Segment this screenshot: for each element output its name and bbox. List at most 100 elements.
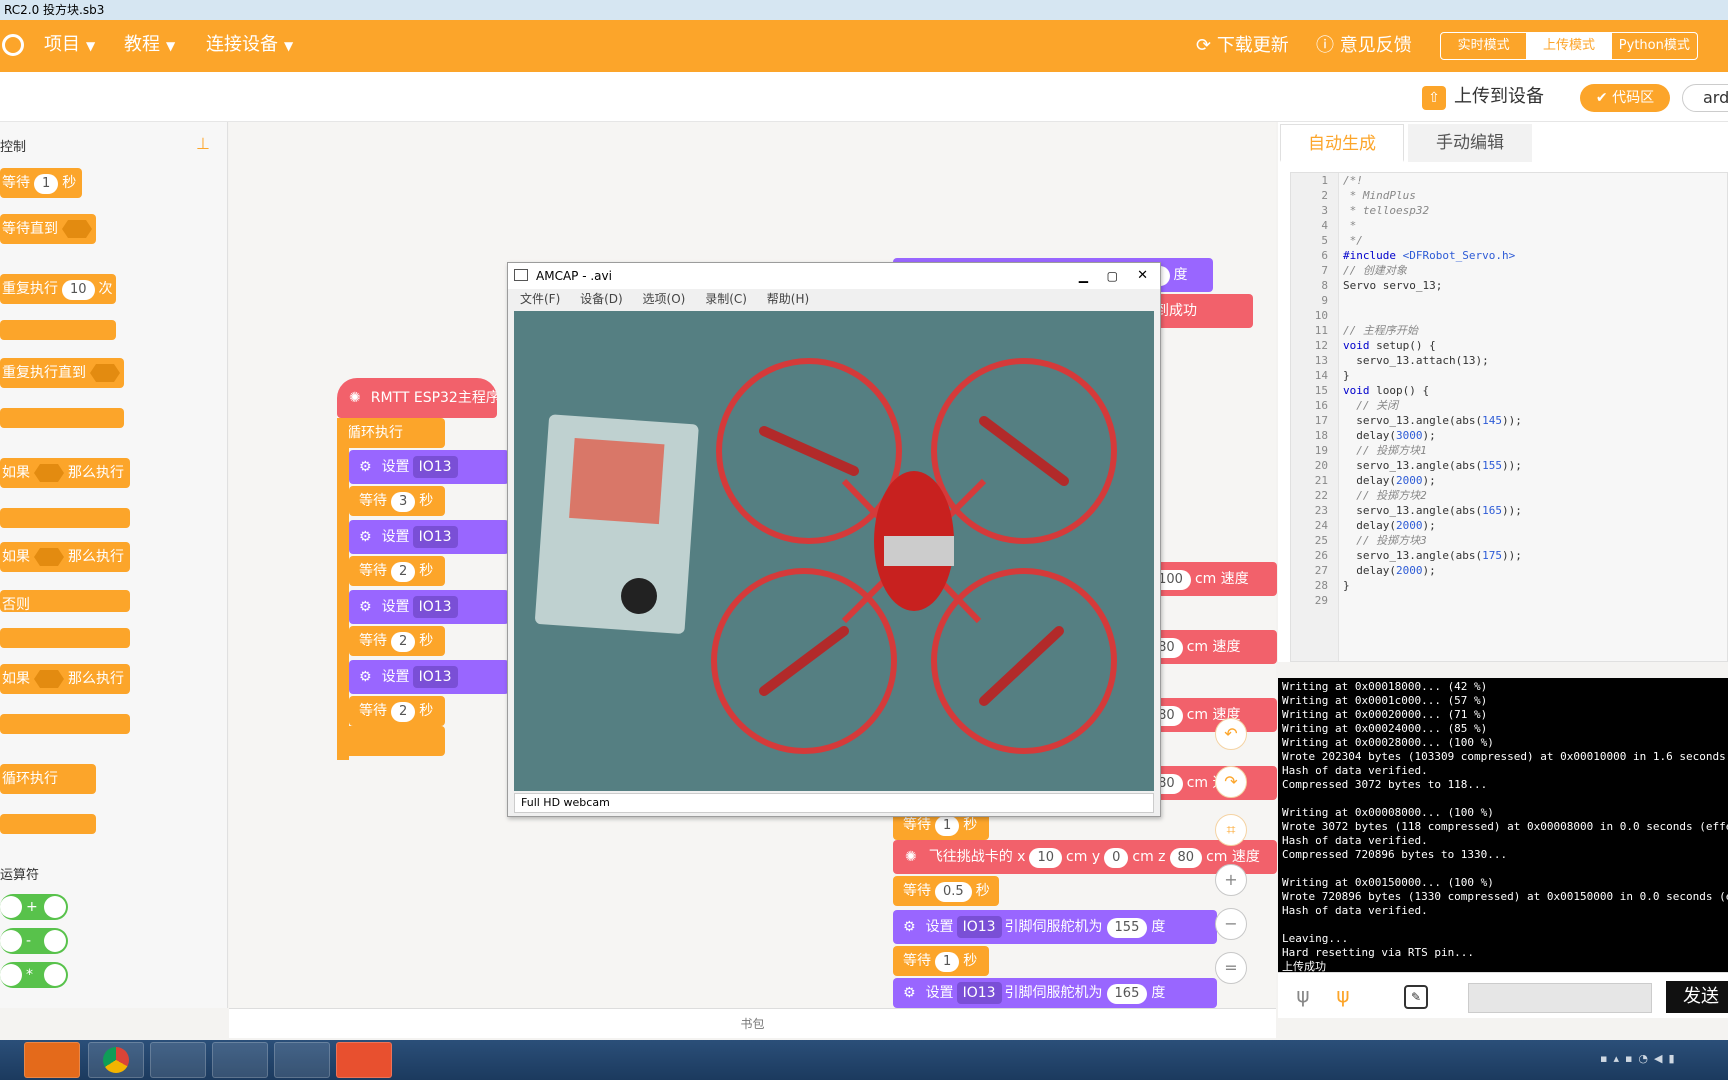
if-block-2[interactable]: 如果 那么执行 [0, 664, 130, 694]
wait-value[interactable]: 1 [935, 816, 960, 836]
wait-block[interactable]: 等待 0.5 秒 [893, 876, 999, 906]
amcap-title: AMCAP - .avi [536, 269, 612, 283]
wait-block[interactable]: 等待 2 秒 [349, 556, 445, 586]
code-editor[interactable]: 1 2 3 4 5 6 7 8 9 10 11 12 13 14 15 16 1… [1290, 172, 1728, 662]
eraser-icon[interactable]: ✎ [1404, 985, 1428, 1009]
operand-slot[interactable] [44, 964, 66, 986]
servo-set-block[interactable]: ⚙ 设置 IO13 [349, 450, 509, 484]
zoom-in-icon[interactable]: + [1215, 864, 1247, 896]
forever-loop-block[interactable]: 循环执行 [337, 418, 445, 448]
servo-set-block[interactable]: ⚙ 设置 IO13 [349, 660, 509, 694]
zoom-out-icon[interactable]: − [1215, 908, 1247, 940]
servo-set-block[interactable]: ⚙ 设置 IO13 引脚伺服舵机为 155 度 [893, 910, 1217, 944]
pin-dropdown[interactable]: IO13 [412, 666, 458, 688]
wait-block[interactable]: 等待 3 秒 [349, 486, 445, 516]
menu-connect[interactable]: 连接设备 ▼ [206, 32, 293, 59]
undo-icon[interactable]: ↶ [1215, 718, 1247, 750]
op-sub-block[interactable]: - [0, 928, 68, 954]
serial-console[interactable]: Writing at 0x00018000... (42 %) Writing … [1278, 678, 1728, 972]
pin-dropdown[interactable]: IO13 [412, 596, 458, 618]
upload-label: 上传到设备 [1454, 86, 1544, 107]
op-mul-block[interactable]: * [0, 962, 68, 988]
system-tray[interactable]: ▪▴▪◔◀▮ [1600, 1052, 1720, 1068]
mode-realtime[interactable]: 实时模式 [1441, 33, 1526, 59]
op-add-block[interactable]: + [0, 894, 68, 920]
wait-value[interactable]: 1 [935, 952, 960, 972]
operand-slot[interactable] [0, 930, 22, 952]
if-else-block[interactable]: 如果 那么执行 [0, 542, 130, 572]
board-select[interactable]: ard [1682, 84, 1728, 112]
servo-angle-value[interactable]: 155 [1106, 918, 1148, 938]
pin-dropdown[interactable]: IO13 [412, 526, 458, 548]
operand-slot[interactable] [44, 930, 66, 952]
wait-block[interactable]: 等待 2 秒 [349, 696, 445, 726]
servo-angle-value[interactable]: 165 [1106, 984, 1148, 1004]
amcap-menu-file[interactable]: 文件(F) [520, 292, 560, 306]
pin-dropdown[interactable]: IO13 [956, 982, 1002, 1004]
wait-value[interactable]: 2 [391, 632, 416, 652]
mode-python[interactable]: Python模式 [1612, 33, 1697, 59]
repeat-until-block[interactable]: 重复执行直到 [0, 358, 124, 388]
if-block[interactable]: 如果 那么执行 [0, 458, 130, 488]
upload-to-device-button[interactable]: ⇧ 上传到设备 [1422, 82, 1544, 112]
y-value[interactable]: 0 [1104, 848, 1129, 868]
servo-set-block[interactable]: ⚙ 设置 IO13 [349, 590, 509, 624]
wait-block[interactable]: 等待 1 秒 [0, 168, 82, 198]
serial-input[interactable] [1468, 983, 1652, 1013]
wait-value[interactable]: 2 [391, 562, 416, 582]
tab-auto-generate[interactable]: 自动生成 [1280, 124, 1404, 162]
crop-icon[interactable]: ⌗ [1215, 814, 1247, 846]
amcap-menu-options[interactable]: 选项(O) [643, 292, 686, 306]
wait-value[interactable]: 0.5 [935, 882, 972, 902]
taskbar-app-icon[interactable] [336, 1042, 392, 1078]
x-value[interactable]: 10 [1029, 848, 1063, 868]
main-hat-block[interactable]: ✺ RMTT ESP32主程序 [337, 378, 497, 418]
wait-value[interactable]: 2 [391, 702, 416, 722]
amcap-menu-device[interactable]: 设备(D) [580, 292, 623, 306]
wait-label: 等待 [903, 953, 931, 969]
taskbar-firefox-icon[interactable] [24, 1042, 80, 1078]
download-update-button[interactable]: ⟳ 下载更新 [1196, 34, 1289, 58]
close-icon[interactable]: ✕ [1137, 263, 1148, 289]
send-button[interactable]: 发送 [1666, 981, 1728, 1013]
backpack-bar[interactable]: 书包 [229, 1008, 1276, 1038]
wait-block[interactable]: 等待 1 秒 [893, 946, 989, 976]
wait-until-block[interactable]: 等待直到 [0, 214, 96, 244]
operand-slot[interactable] [0, 896, 22, 918]
pin-icon[interactable]: ⊥ [196, 134, 210, 153]
minimize-icon[interactable]: ▁ [1079, 263, 1088, 289]
repeat-block[interactable]: 重复执行 10 次 [0, 274, 116, 304]
amcap-menu-help[interactable]: 帮助(H) [767, 292, 809, 306]
code-area-toggle[interactable]: ✔ 代码区 [1580, 84, 1670, 112]
pin-dropdown[interactable]: IO13 [412, 456, 458, 478]
wait-block[interactable]: 等待 2 秒 [349, 626, 445, 656]
feedback-button[interactable]: ⓘ 意见反馈 [1316, 34, 1412, 58]
taskbar-player-icon[interactable] [274, 1042, 330, 1078]
zoom-reset-icon[interactable]: = [1215, 952, 1247, 984]
usb-icon[interactable]: ψ [1290, 983, 1316, 1009]
amcap-title-bar[interactable]: AMCAP - .avi ▁ ▢ ✕ [508, 263, 1160, 289]
tab-manual-edit[interactable]: 手动编辑 [1408, 124, 1532, 162]
z-value[interactable]: 80 [1169, 848, 1203, 868]
mode-upload[interactable]: 上传模式 [1526, 33, 1612, 59]
amcap-window[interactable]: AMCAP - .avi ▁ ▢ ✕ 文件(F) 设备(D) 选项(O) 录制(… [507, 262, 1161, 817]
operand-slot[interactable] [44, 896, 66, 918]
wait-value[interactable]: 1 [34, 174, 59, 194]
menu-project[interactable]: 项目 ▼ [44, 32, 95, 59]
forever-block[interactable]: 循环执行 [0, 764, 96, 794]
amcap-menu-capture[interactable]: 录制(C) [705, 292, 747, 306]
pin-dropdown[interactable]: IO13 [956, 916, 1002, 938]
servo-set-block[interactable]: ⚙ 设置 IO13 [349, 520, 509, 554]
taskbar-chrome-icon[interactable] [88, 1042, 144, 1078]
servo-set-block[interactable]: ⚙ 设置 IO13 引脚伺服舵机为 165 度 [893, 978, 1217, 1008]
menu-tutorial[interactable]: 教程 ▼ [124, 32, 175, 59]
redo-icon[interactable]: ↷ [1215, 766, 1247, 798]
repeat-value[interactable]: 10 [62, 280, 95, 300]
usb-connected-icon[interactable]: ψ [1330, 983, 1356, 1009]
maximize-icon[interactable]: ▢ [1107, 263, 1118, 289]
category-operators-title: 运算符 [0, 868, 40, 883]
wait-value[interactable]: 3 [391, 492, 416, 512]
taskbar-mindplus-icon[interactable] [212, 1042, 268, 1078]
taskbar-amcap-icon[interactable] [150, 1042, 206, 1078]
operand-slot[interactable] [0, 964, 22, 986]
